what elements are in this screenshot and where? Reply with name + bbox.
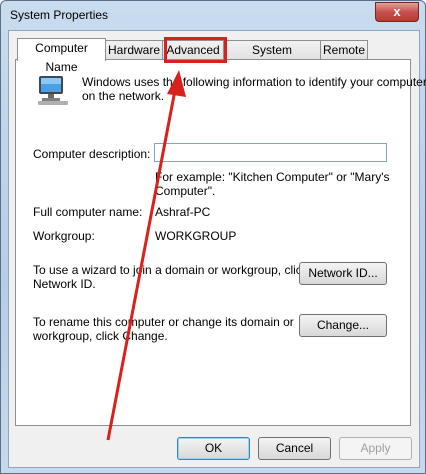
tab-remote[interactable]: Remote	[320, 40, 368, 59]
computer-description-input[interactable]	[154, 143, 387, 162]
workgroup-label: Workgroup:	[33, 229, 95, 243]
tab-hardware[interactable]: Hardware	[105, 40, 163, 59]
network-id-text-line2: Network ID.	[33, 277, 96, 291]
ok-button[interactable]: OK	[177, 437, 250, 460]
rename-text-line2: workgroup, click Change.	[33, 329, 168, 343]
computer-name-panel: Windows uses the following information t…	[15, 59, 426, 426]
tab-system-protection[interactable]: System Protection	[223, 40, 321, 76]
intro-text-line1: Windows uses the following information t…	[82, 75, 426, 89]
tab-computer-name[interactable]: Computer Name	[17, 38, 106, 74]
description-example-line2: Computer".	[155, 184, 216, 198]
network-id-text-line1: To use a wizard to join a domain or work…	[33, 263, 308, 277]
apply-button[interactable]: Apply	[339, 437, 412, 460]
workgroup-value: WORKGROUP	[155, 229, 237, 243]
change-button[interactable]: Change...	[299, 314, 387, 337]
title-bar: System Properties x	[1, 1, 425, 29]
full-computer-name-label: Full computer name:	[33, 205, 143, 219]
network-id-button[interactable]: Network ID...	[299, 262, 387, 285]
computer-icon	[38, 76, 68, 105]
highlight-box	[164, 37, 227, 63]
close-button[interactable]: x	[375, 2, 419, 22]
dialog-client-area: Computer Name Hardware Advanced System P…	[8, 30, 426, 468]
full-computer-name-value: Ashraf-PC	[155, 205, 211, 219]
rename-text-line1: To rename this computer or change its do…	[33, 315, 294, 329]
intro-text-line2: on the network.	[82, 89, 165, 103]
computer-description-label: Computer description:	[33, 147, 151, 161]
cancel-button[interactable]: Cancel	[258, 437, 331, 460]
description-example-line1: For example: "Kitchen Computer" or "Mary…	[155, 170, 390, 184]
window-title: System Properties	[10, 8, 109, 22]
system-properties-window: System Properties x Computer Name Hardwa…	[0, 0, 426, 474]
